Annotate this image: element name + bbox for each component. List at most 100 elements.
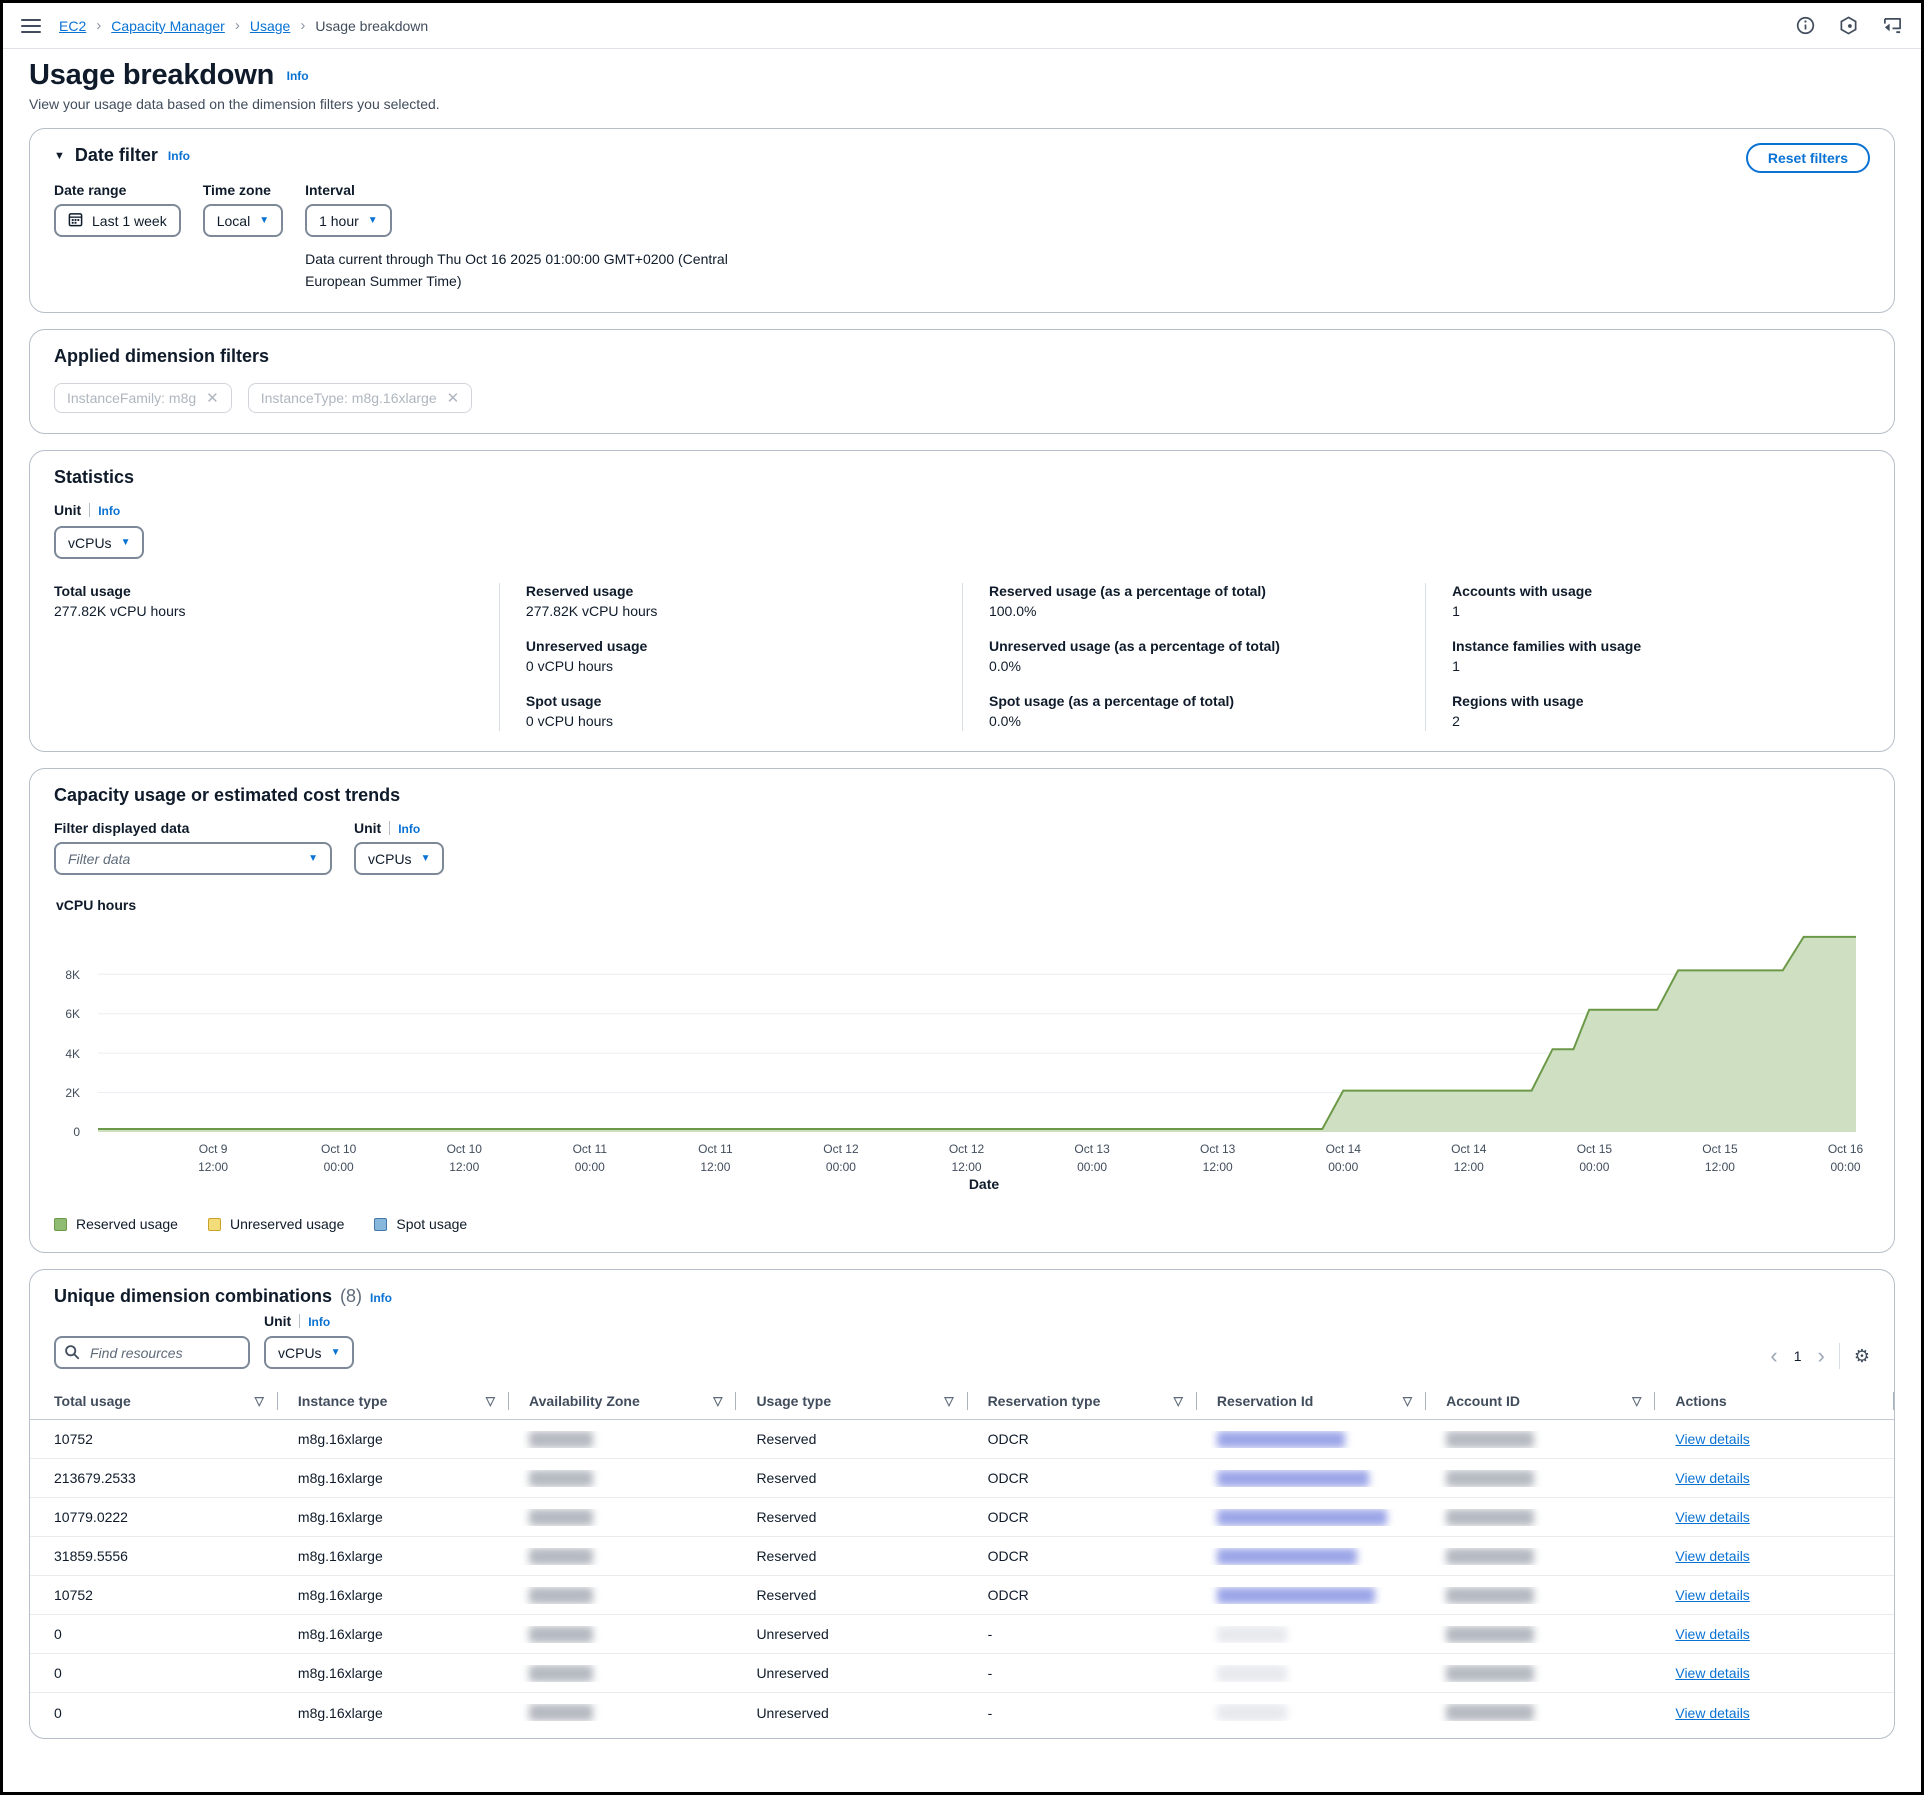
column-filter-icon[interactable]: ▽ [713,1394,722,1408]
table-unit-field: UnitInfo vCPUs ▼ [264,1313,354,1369]
view-details-link[interactable]: View details [1675,1470,1749,1486]
view-details-link[interactable]: View details [1675,1705,1749,1721]
x-tick-time: 00:00 [1074,1159,1109,1176]
stat-value: 0 vCPU hours [526,713,962,729]
table-pagination: ‹ 1 › ⚙ [1770,1343,1870,1369]
date-range-button[interactable]: Last 1 week [54,204,181,237]
previous-page-icon[interactable]: ‹ [1770,1345,1777,1367]
x-tick-date: Oct 14 [1451,1141,1486,1158]
chip-dismiss-icon[interactable]: ✕ [447,391,460,406]
cell-reservation-id [1197,1704,1426,1721]
page-info-link[interactable]: Info [287,69,309,83]
x-tick-label: Oct 1512:00 [1702,1141,1737,1176]
reset-filters-button[interactable]: Reset filters [1746,143,1870,173]
combinations-info-link[interactable]: Info [370,1291,392,1305]
statistics-column: Accounts with usage1Instance families wi… [1425,583,1870,731]
y-tick-label: 2K [50,1086,80,1100]
stat-item: Accounts with usage1 [1452,583,1870,619]
column-filter-icon[interactable]: ▽ [944,1394,953,1408]
y-tick-label: 8K [50,968,80,982]
search-field [54,1336,250,1369]
feedback-monitor-icon[interactable] [1882,16,1903,35]
x-tick-label: Oct 1312:00 [1200,1141,1235,1176]
stat-label: Accounts with usage [1452,583,1870,599]
redacted-reservation-id-link [1217,1509,1387,1526]
trend-area-chart[interactable] [98,927,1856,1132]
column-header-instance-type: Instance type▽ [278,1383,509,1419]
filter-data-combobox[interactable]: Filter data ▼ [54,842,332,875]
column-header-label: Actions [1675,1393,1726,1409]
x-tick-label: Oct 1500:00 [1577,1141,1612,1176]
column-filter-icon[interactable]: ▽ [1174,1394,1183,1408]
view-details-link[interactable]: View details [1675,1665,1749,1681]
legend-item-spot-usage[interactable]: Spot usage [374,1216,467,1232]
date-filter-info-link[interactable]: Info [168,149,190,163]
search-input[interactable] [54,1336,250,1369]
cell-reservation-type: - [968,1705,1197,1721]
info-circle-icon[interactable] [1796,16,1815,35]
table-unit-info-link[interactable]: Info [308,1315,330,1329]
page-subtitle: View your usage data based on the dimens… [29,96,1895,112]
stat-label: Spot usage (as a percentage of total) [989,693,1425,709]
topbar-right-icons [1796,16,1903,35]
page-header: Usage breakdown Info View your usage dat… [29,59,1895,112]
trends-unit-field: Unit Info vCPUs ▼ [354,820,444,875]
stat-item: Spot usage (as a percentage of total)0.0… [989,693,1425,729]
stat-label: Spot usage [526,693,962,709]
redacted-account-id [1446,1431,1534,1448]
cell-total-usage: 0 [30,1705,278,1721]
breadcrumb-link-capacity-manager[interactable]: Capacity Manager [111,18,225,34]
redacted-reservation-id [1217,1665,1287,1682]
cell-instance-type: m8g.16xlarge [278,1470,509,1486]
view-details-link[interactable]: View details [1675,1587,1749,1603]
unit-info-link[interactable]: Info [98,504,120,518]
stat-item: Reserved usage277.82K vCPU hours [526,583,962,619]
cell-instance-type: m8g.16xlarge [278,1587,509,1603]
x-tick-date: Oct 14 [1326,1141,1361,1158]
column-header-label: Reservation Id [1217,1393,1313,1409]
stat-item: Reserved usage (as a percentage of total… [989,583,1425,619]
x-tick-time: 00:00 [1828,1159,1863,1176]
column-header-total-usage: Total usage▽ [30,1383,278,1419]
time-zone-label: Time zone [203,182,283,198]
next-page-icon[interactable]: › [1818,1345,1825,1367]
collapse-caret-icon[interactable]: ▼ [54,150,65,162]
statistics-unit-select[interactable]: vCPUs ▼ [54,526,144,559]
column-filter-icon[interactable]: ▽ [486,1394,495,1408]
breadcrumb-link-ec2[interactable]: EC2 [59,18,86,34]
column-filter-icon[interactable]: ▽ [1632,1394,1641,1408]
table-preferences-gear-icon[interactable]: ⚙ [1854,1346,1870,1367]
trends-unit-label: Unit [354,820,381,836]
x-tick-time: 12:00 [198,1159,228,1176]
cell-usage-type: Unreserved [736,1626,967,1642]
column-header-label: Usage type [756,1393,831,1409]
view-details-link[interactable]: View details [1675,1548,1749,1564]
trends-unit-select[interactable]: vCPUs ▼ [354,842,444,875]
legend-item-unreserved-usage[interactable]: Unreserved usage [208,1216,344,1232]
column-filter-icon[interactable]: ▽ [1403,1394,1412,1408]
cell-usage-type: Unreserved [736,1705,967,1721]
chart-x-axis-labels: Oct 912:00Oct 1000:00Oct 1012:00Oct 1100… [98,1132,1856,1172]
interval-select[interactable]: 1 hour ▼ [305,204,392,237]
chart-legend: Reserved usage Unreserved usage Spot usage [54,1216,1870,1232]
chart-y-axis-labels: 02K4K6K8K [54,927,88,1132]
page-number[interactable]: 1 [1792,1348,1804,1364]
breadcrumb-link-usage[interactable]: Usage [250,18,290,34]
table-unit-select[interactable]: vCPUs ▼ [264,1336,354,1369]
statistics-panel: Statistics UnitInfo vCPUs ▼ Total usage2… [29,450,1895,752]
column-header-label: Account ID [1446,1393,1520,1409]
view-details-link[interactable]: View details [1675,1509,1749,1525]
hexagon-status-icon[interactable] [1839,16,1858,35]
view-details-link[interactable]: View details [1675,1626,1749,1642]
time-zone-select[interactable]: Local ▼ [203,204,283,237]
x-tick-time: 00:00 [1577,1159,1612,1176]
view-details-link[interactable]: View details [1675,1431,1749,1447]
hamburger-menu-icon[interactable] [21,19,41,33]
legend-item-reserved-usage[interactable]: Reserved usage [54,1216,178,1232]
trends-unit-info-link[interactable]: Info [398,822,420,836]
statistics-title: Statistics [54,467,1870,488]
chip-dismiss-icon[interactable]: ✕ [206,391,219,406]
redacted-account-id [1446,1704,1534,1721]
x-tick-label: Oct 1000:00 [321,1141,356,1176]
column-filter-icon[interactable]: ▽ [255,1394,264,1408]
